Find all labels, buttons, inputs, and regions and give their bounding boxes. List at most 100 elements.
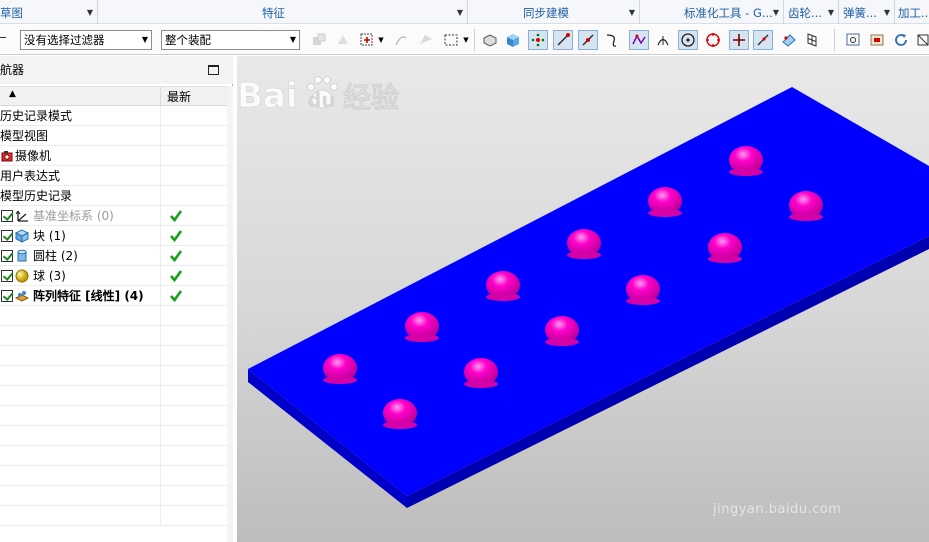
sphere-bump[interactable] — [405, 312, 439, 342]
latest-cell — [160, 486, 227, 506]
tree-node-label: 阵列特征 [线性] (4) — [33, 289, 144, 303]
navigator-tree: 历史记录模式 模型视图 摄像机 用户表达式 模型历史记录 基准坐标系 (0) 块… — [0, 106, 227, 526]
latest-cell — [160, 506, 227, 526]
ribbon-group-feature[interactable]: 特征 ▼ — [99, 0, 468, 24]
pan-view-icon[interactable] — [913, 30, 929, 50]
list-item[interactable]: 块 (1) — [0, 226, 227, 246]
tree-node-label: 基准坐标系 (0) — [33, 209, 114, 223]
snap-quadrant-icon[interactable] — [703, 30, 723, 50]
zoom-window-icon[interactable] — [867, 30, 887, 50]
snap-point-icon[interactable] — [357, 30, 377, 50]
list-item[interactable]: 历史记录模式 — [0, 106, 227, 126]
list-item[interactable]: 用户表达式 — [0, 166, 227, 186]
select-body-icon[interactable] — [333, 30, 353, 50]
sphere-bump[interactable] — [486, 271, 520, 301]
ribbon-group-sketch-label: 草图 — [0, 6, 23, 20]
snap-existing-point-icon[interactable] — [528, 30, 548, 50]
snap-point-on-curve-icon[interactable] — [729, 30, 749, 50]
checkmark-icon — [170, 250, 183, 263]
rotate-view-icon[interactable] — [891, 30, 911, 50]
snap-endpoint-icon[interactable] — [553, 30, 573, 50]
sort-ascending-icon[interactable]: ▲ — [9, 89, 16, 99]
navigator-scrollbar[interactable] — [227, 86, 233, 542]
snap-arc-center-icon[interactable] — [678, 30, 698, 50]
latest-cell — [160, 166, 227, 186]
snap-bounded-grid-icon[interactable] — [779, 30, 799, 50]
sphere-bump[interactable] — [464, 358, 498, 388]
snap-perpendicular-icon[interactable] — [653, 30, 673, 50]
ribbon-group-spring[interactable]: 弹簧... ▼ — [840, 0, 895, 24]
checkmark-icon — [170, 290, 183, 303]
list-item[interactable]: 摄像机 — [0, 146, 227, 166]
sphere-bump[interactable] — [383, 399, 417, 429]
chevron-down-icon: ▼ — [289, 35, 296, 44]
sphere-bump[interactable] — [567, 229, 601, 259]
empty-row — [0, 406, 227, 426]
list-item[interactable]: 模型历史记录 — [0, 186, 227, 206]
chevron-down-icon[interactable]: ▼ — [773, 0, 779, 26]
snap-point-on-surface-icon[interactable] — [753, 30, 773, 50]
list-item[interactable]: 模型视图 — [0, 126, 227, 146]
select-feature-icon[interactable] — [309, 30, 329, 50]
select-face-icon[interactable] — [416, 30, 436, 50]
ribbon-group-gear[interactable]: 齿轮... ▼ — [785, 0, 839, 24]
graphics-window[interactable]: Bai du 经验 jingyan.baidu.com — [237, 56, 929, 542]
list-item[interactable]: 基准坐标系 (0) — [0, 206, 227, 226]
ribbon-group-standard-tools[interactable]: 标准化工具 - G... ▼ — [641, 0, 784, 24]
toolbar-grip[interactable] — [0, 37, 6, 38]
latest-cell — [160, 406, 227, 426]
ribbon-group-feature-label: 特征 — [262, 6, 285, 20]
tree-node-label: 用户表达式 — [0, 169, 61, 183]
latest-cell — [160, 146, 227, 166]
column-header-latest[interactable]: 最新 — [160, 87, 227, 107]
chevron-down-icon[interactable]: ▼ — [87, 0, 93, 26]
cylinder-icon — [17, 249, 27, 262]
pattern-feature-icon — [15, 291, 29, 302]
snap-intersection-icon[interactable] — [629, 30, 649, 50]
visibility-checkbox[interactable] — [1, 230, 13, 242]
sphere-bump[interactable] — [708, 233, 742, 263]
ribbon-group-machining[interactable]: 加工... — [896, 0, 929, 24]
checkmark-icon — [170, 270, 183, 283]
fit-view-icon[interactable] — [843, 30, 863, 50]
visibility-checkbox[interactable] — [1, 250, 13, 262]
ribbon-group-sync-label: 同步建模 — [523, 6, 569, 20]
type-filter-select[interactable]: 没有选择过滤器 ▼ — [20, 30, 152, 50]
tree-node-label: 历史记录模式 — [0, 109, 73, 123]
chevron-down-icon[interactable]: ▼ — [461, 30, 471, 50]
checkmark-icon — [170, 210, 183, 223]
list-item[interactable]: 阵列特征 [线性] (4) — [0, 286, 227, 306]
sphere-bump[interactable] — [729, 146, 763, 176]
latest-cell — [160, 366, 227, 386]
ribbon-group-sketch[interactable]: 草图 ▼ — [0, 0, 98, 24]
chevron-down-icon[interactable]: ▼ — [376, 30, 386, 50]
tree-node-label: 块 (1) — [33, 229, 66, 243]
snap-control-point-icon[interactable] — [602, 30, 622, 50]
latest-cell — [160, 326, 227, 346]
sphere-bump[interactable] — [626, 275, 660, 305]
maximize-icon[interactable] — [208, 65, 219, 75]
visibility-checkbox[interactable] — [1, 270, 13, 282]
camera-icon — [1, 151, 13, 162]
sphere-bump[interactable] — [323, 354, 357, 384]
chevron-down-icon[interactable]: ▼ — [629, 0, 635, 26]
chevron-down-icon[interactable]: ▼ — [884, 0, 890, 26]
chevron-down-icon[interactable]: ▼ — [457, 0, 463, 26]
cube-icon[interactable] — [503, 30, 523, 50]
ribbon-group-sync-modeling[interactable]: 同步建模 ▼ — [469, 0, 640, 24]
snap-midpoint-icon[interactable] — [578, 30, 598, 50]
list-item[interactable]: 圆柱 (2) — [0, 246, 227, 266]
grid-icon[interactable] — [802, 30, 822, 50]
latest-cell — [160, 286, 227, 306]
sphere-bump[interactable] — [648, 187, 682, 217]
visibility-checkbox[interactable] — [1, 210, 13, 222]
sphere-bump[interactable] — [789, 191, 823, 221]
rectangle-select-icon[interactable] — [441, 30, 461, 50]
list-item[interactable]: 球 (3) — [0, 266, 227, 286]
sphere-bump[interactable] — [545, 316, 579, 346]
chevron-down-icon[interactable]: ▼ — [828, 0, 834, 26]
solid-body-icon[interactable] — [480, 30, 500, 50]
select-edge-icon[interactable] — [391, 30, 411, 50]
selection-scope-select[interactable]: 整个装配 ▼ — [161, 30, 300, 50]
visibility-checkbox[interactable] — [1, 290, 13, 302]
